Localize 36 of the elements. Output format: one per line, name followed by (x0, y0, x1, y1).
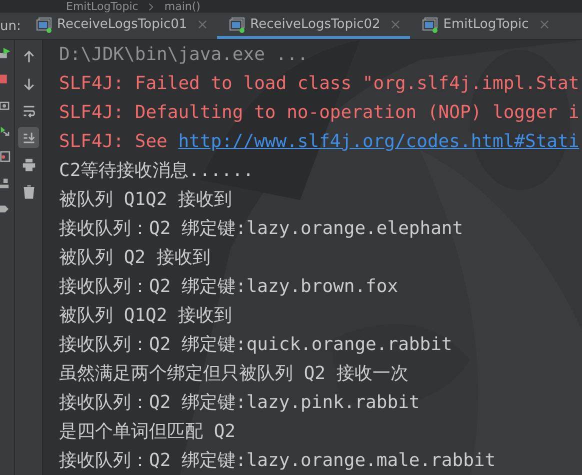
restore-icon[interactable] (0, 124, 12, 138)
chevron-icon (148, 2, 154, 10)
console-line: SLF4J: See (59, 131, 168, 152)
console-line: 被队列 Q1Q2 接收到 (59, 189, 232, 210)
console-line: 接收队列：Q2 绑定键:lazy.pink.rabbit (59, 392, 420, 413)
run-label: un: (0, 18, 22, 34)
breadcrumb-method[interactable]: main() (164, 0, 200, 13)
console-icon (422, 16, 438, 32)
console-line: SLF4J: Failed to load class "org.slf4j.impl.Stat (59, 73, 580, 94)
rerun-icon[interactable] (0, 46, 12, 60)
console-icon (229, 16, 246, 32)
console-line: 是四个单词但匹配 Q2 (59, 421, 236, 442)
breadcrumb-file[interactable]: EmitLogTopic (66, 0, 138, 13)
run-tab[interactable]: ReceiveLogsTopic01 (24, 13, 218, 39)
console-line: 虽然满足两个绑定但只被队列 Q2 接收一次 (59, 363, 408, 384)
console-line: 接收队列：Q2 绑定键:lazy.orange.elephant (59, 218, 464, 239)
console-line: D:\JDK\bin\java.exe ... (59, 44, 308, 65)
run-tab[interactable]: ReceiveLogsTopic02 (217, 13, 410, 39)
console-line: 被队列 Q1Q2 接收到 (59, 305, 232, 326)
console-link[interactable]: http://www.slf4j.org/codes.html#Stati (178, 131, 580, 152)
console-line: 接收队列：Q2 绑定键:lazy.orange.male.rabbit (59, 450, 496, 471)
console-line: SLF4J: Defaulting to no-operation (NOP) logger i (59, 102, 580, 123)
up-arrow-icon (22, 50, 36, 64)
scroll-to-end-button[interactable] (18, 127, 39, 148)
console-line: 接收队列：Q2 绑定键:lazy.brown.fox (59, 276, 398, 297)
console-line: 被队列 Q2 接收到 (59, 247, 210, 268)
trash-icon (22, 184, 36, 198)
wrap-icon (22, 104, 36, 118)
run-tab[interactable]: EmitLogTopic (410, 13, 559, 39)
console-icon (36, 16, 52, 32)
down-arrow-icon (22, 76, 36, 90)
console-line: 接收队列：Q2 绑定键:quick.orange.rabbit (59, 334, 452, 355)
scroll-down-icon (22, 130, 36, 144)
printer-icon (22, 158, 36, 172)
record-icon[interactable] (0, 150, 12, 164)
console-line: C2等待接收消息...... (59, 160, 254, 181)
